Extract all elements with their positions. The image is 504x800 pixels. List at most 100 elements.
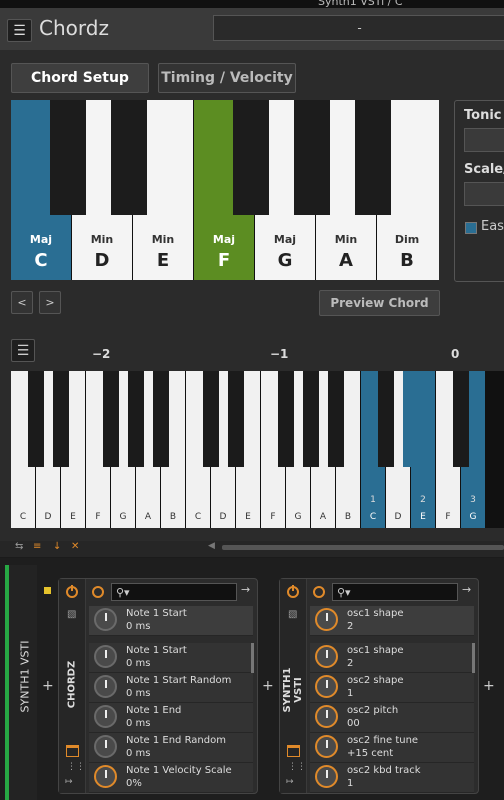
parameter-knob[interactable] <box>94 705 117 728</box>
parameter-knob[interactable] <box>315 608 338 631</box>
parameter-knob[interactable] <box>94 645 117 668</box>
parameter-scrollbar[interactable] <box>251 643 254 673</box>
piano-black-key[interactable] <box>103 371 119 467</box>
device-chordz: ▧ CHORDZ ⋮⋮ ↦ ⚲▾ → Note 1 Start 0 ms Note 1 Star… <box>58 578 258 794</box>
parameter-name: Note 1 Start <box>126 645 187 656</box>
parameter-knob[interactable] <box>315 645 338 668</box>
parameter-knob[interactable] <box>94 675 117 698</box>
swap-icon[interactable]: ⇆ <box>15 541 23 552</box>
preview-chord-button[interactable]: Preview Chord <box>319 290 440 316</box>
parameter-knob[interactable] <box>94 608 117 631</box>
parameter-knob[interactable] <box>315 705 338 728</box>
parameter-row[interactable]: osc2 fine tune +15 cent <box>310 733 474 763</box>
parameter-value: 0% <box>126 778 142 789</box>
arrow-down-icon[interactable]: ↓ <box>53 541 61 552</box>
hamburger-menu-icon[interactable]: ☰ <box>7 19 32 42</box>
piano-key-label: A <box>319 512 327 522</box>
add-device-icon[interactable]: + <box>483 678 495 694</box>
parameter-row[interactable]: osc1 shape 2 <box>310 643 474 673</box>
parameter-row[interactable]: osc1 shape 2 <box>310 606 474 636</box>
piano-key-number: 2 <box>420 495 426 505</box>
piano-black-key[interactable] <box>278 371 294 467</box>
parameter-knob[interactable] <box>315 675 338 698</box>
folder-icon[interactable]: ▧ <box>67 609 76 620</box>
parameter-knob[interactable] <box>315 735 338 758</box>
piano-black-key[interactable] <box>453 371 469 467</box>
parameter-search-input[interactable]: ⚲▾ <box>332 583 458 601</box>
modulator-icon[interactable] <box>313 586 325 598</box>
grid-icon[interactable]: ⋮⋮ <box>288 762 306 772</box>
parameter-name: osc1 shape <box>347 645 404 656</box>
parameter-row[interactable]: Note 1 Velocity Scale 0% <box>89 763 253 793</box>
tonic-selector[interactable] <box>464 128 504 152</box>
piano-black-key[interactable] <box>203 371 219 467</box>
previous-button[interactable]: < <box>11 291 33 314</box>
piano-black-key[interactable] <box>153 371 169 467</box>
next-button[interactable]: > <box>39 291 61 314</box>
piano-key-label: G <box>294 512 302 522</box>
window-title: Synth1 VSTi / C <box>318 0 403 8</box>
parameter-row[interactable]: Note 1 Start 0 ms <box>89 643 253 673</box>
parameter-row[interactable]: osc2 kbd track 1 <box>310 763 474 793</box>
window-icon[interactable] <box>66 745 79 757</box>
parameter-row[interactable]: osc2 pitch 00 <box>310 703 474 733</box>
link-icon[interactable]: ↦ <box>286 777 294 787</box>
grid-icon[interactable]: ⋮⋮ <box>67 762 85 772</box>
link-icon[interactable]: ↦ <box>65 777 73 787</box>
search-icon: ⚲▾ <box>337 586 351 599</box>
scroll-left-icon[interactable]: ◀ <box>208 541 215 551</box>
list-icon[interactable]: ≡ <box>33 541 41 552</box>
tab-timing-velocity[interactable]: Timing / Velocity <box>158 63 296 93</box>
parameter-row[interactable]: Note 1 End 0 ms <box>89 703 253 733</box>
parameter-value: 2 <box>347 658 354 669</box>
parameter-name: Note 1 End Random <box>126 735 226 746</box>
power-icon[interactable] <box>287 585 299 598</box>
piano-key-number: 1 <box>370 495 376 505</box>
keyboard-menu-icon[interactable]: ☰ <box>11 339 35 362</box>
device-name: SYNTH1 VSTI <box>282 667 304 713</box>
horizontal-scrollbar[interactable] <box>222 545 504 550</box>
piano-black-key[interactable] <box>328 371 344 467</box>
piano-black-key[interactable] <box>28 371 44 467</box>
parameter-scrollbar[interactable] <box>472 643 475 673</box>
easy-checkbox[interactable] <box>465 222 477 234</box>
piano-black-key[interactable] <box>53 371 69 467</box>
parameter-row[interactable]: Note 1 End Random 0 ms <box>89 733 253 763</box>
power-icon[interactable] <box>66 585 78 598</box>
parameter-knob[interactable] <box>94 735 117 758</box>
add-device-icon[interactable]: + <box>42 678 54 694</box>
device-sidebar: ▧ SYNTH1 VSTI ⋮⋮ ↦ <box>280 579 307 793</box>
piano-black-key[interactable] <box>228 371 244 467</box>
close-icon[interactable]: ✕ <box>71 541 79 552</box>
chord-quality: Maj <box>212 233 236 246</box>
scale-selector[interactable] <box>464 182 504 206</box>
parameter-value: 2 <box>347 621 354 632</box>
piano-key-label: F <box>95 512 101 522</box>
window-icon[interactable] <box>287 745 300 757</box>
device-name: CHORDZ <box>66 660 78 709</box>
parameter-knob[interactable] <box>315 765 338 788</box>
piano-black-key[interactable] <box>303 371 319 467</box>
piano-black-key[interactable] <box>128 371 144 467</box>
parameter-value: 0 ms <box>126 688 151 699</box>
parameter-row[interactable]: Note 1 Start Random 0 ms <box>89 673 253 703</box>
piano-black-key[interactable] <box>378 371 394 467</box>
scale-label: Scale/C <box>464 162 504 177</box>
chord-quality: Dim <box>394 233 420 246</box>
parameter-row[interactable]: Note 1 Start 0 ms <box>89 606 253 636</box>
parameter-row[interactable]: osc2 shape 1 <box>310 673 474 703</box>
parameter-knob[interactable] <box>94 765 117 788</box>
chord-note: C <box>34 250 48 271</box>
piano-black-key[interactable] <box>403 371 419 467</box>
parameter-name: Note 1 Start <box>126 608 187 619</box>
parameter-name: osc2 pitch <box>347 705 399 716</box>
modulator-icon[interactable] <box>92 586 104 598</box>
tab-chord-setup[interactable]: Chord Setup <box>11 63 149 93</box>
preset-selector[interactable]: - <box>213 15 504 41</box>
folder-icon[interactable]: ▧ <box>288 609 297 620</box>
add-device-icon[interactable]: + <box>262 678 274 694</box>
arrow-right-icon[interactable]: → <box>241 583 250 596</box>
octave-label: 0 <box>451 347 460 361</box>
arrow-right-icon[interactable]: → <box>462 583 471 596</box>
parameter-search-input[interactable]: ⚲▾ <box>111 583 237 601</box>
